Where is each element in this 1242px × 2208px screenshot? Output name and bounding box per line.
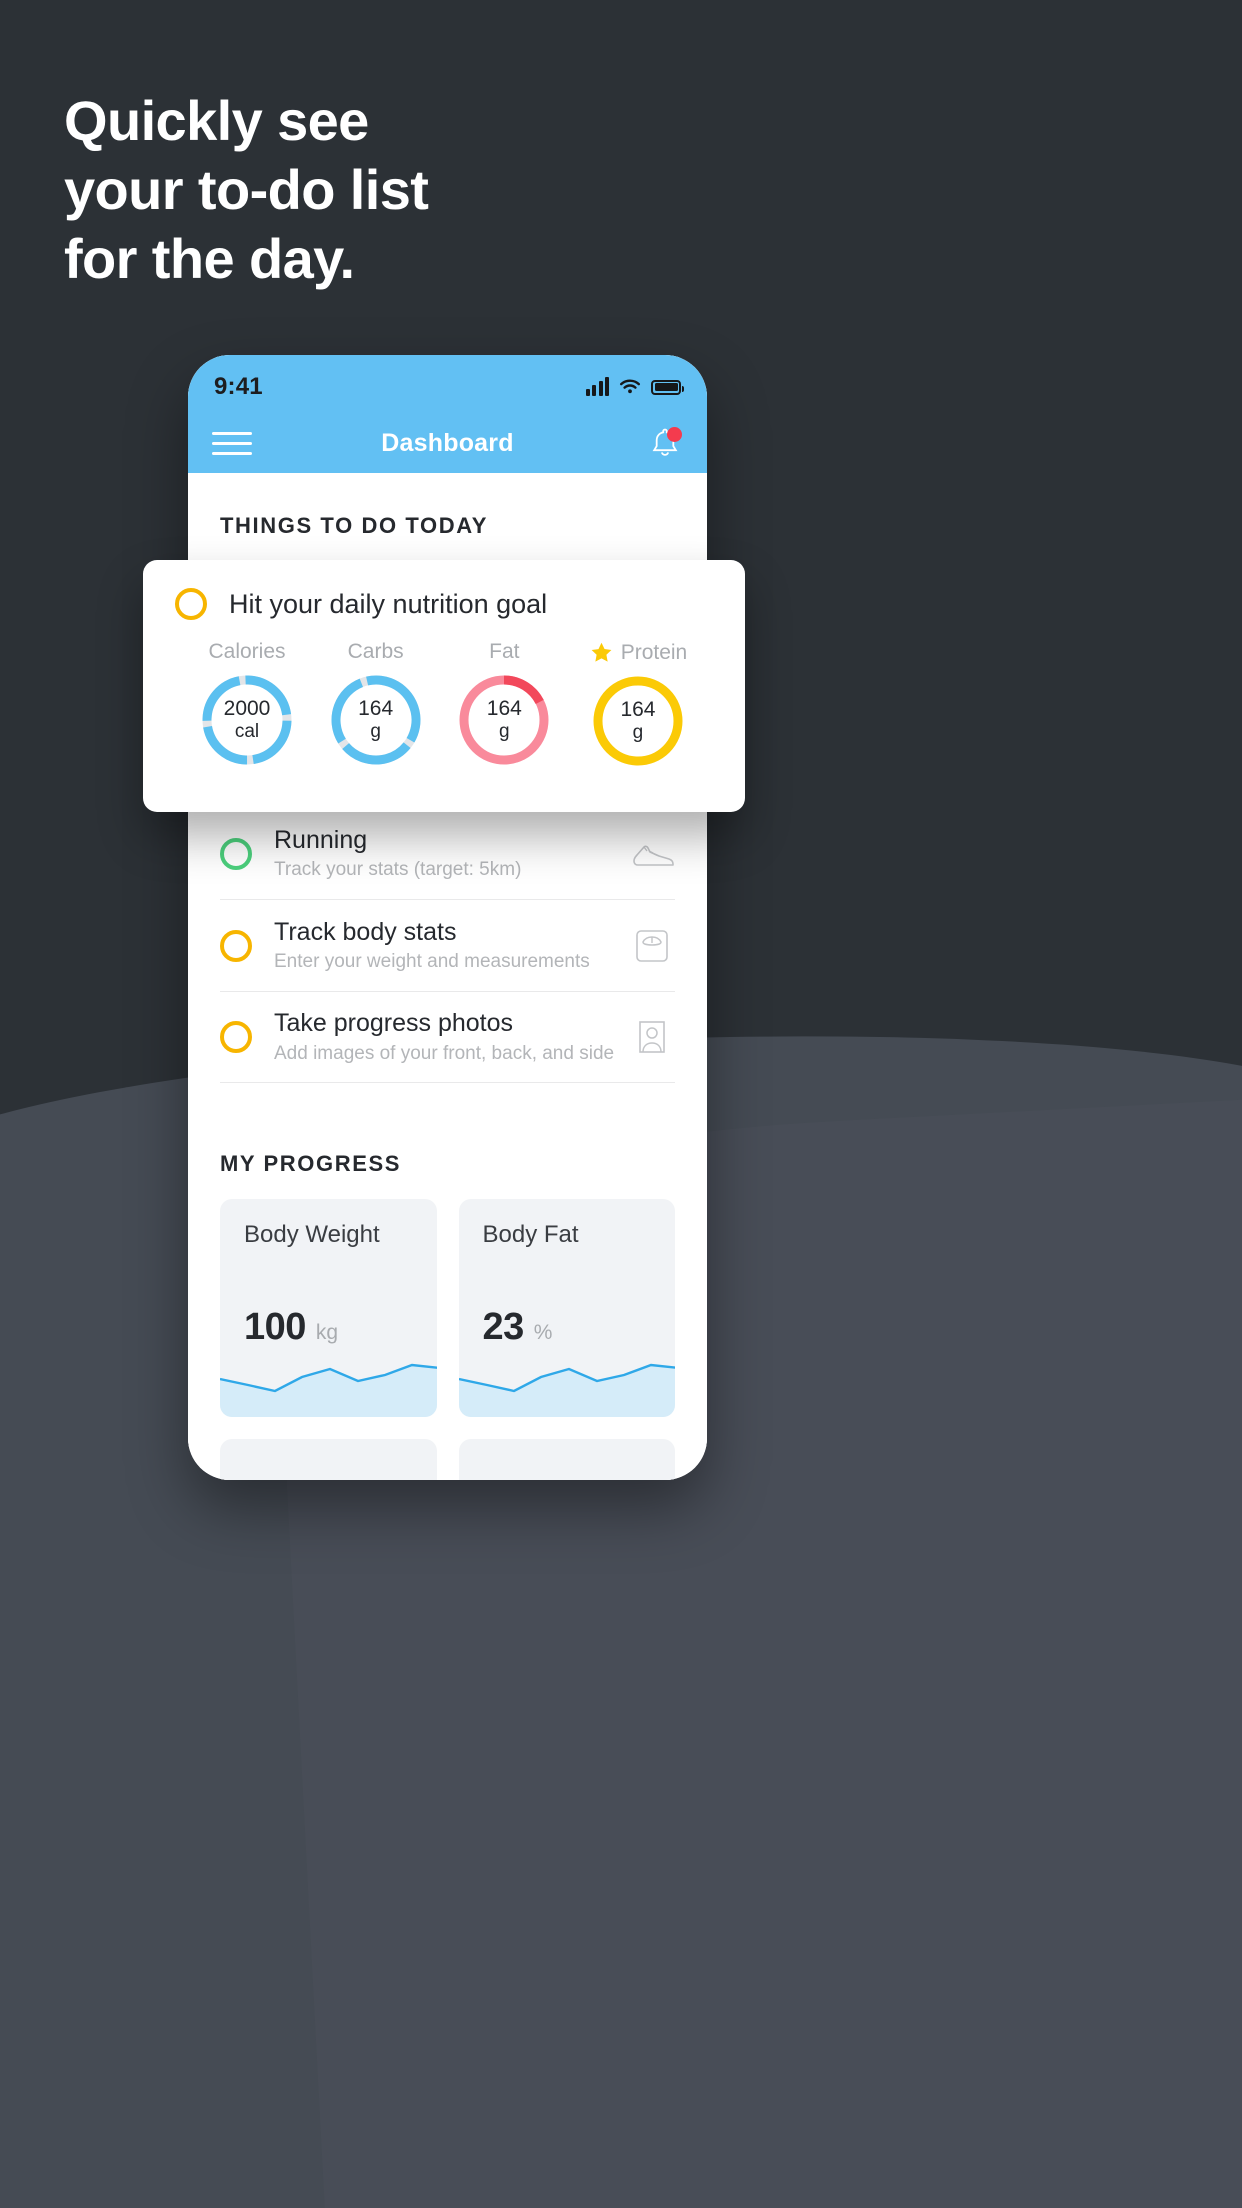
headline-line-2: your to-do list [64, 158, 429, 221]
headline-line-3: for the day. [64, 227, 355, 290]
cellular-signal-icon [585, 377, 609, 396]
metric-unit: g [370, 721, 381, 743]
stat-card-value-group: 100 kg [244, 1306, 338, 1349]
metric-value: 164 [486, 697, 522, 720]
table-row[interactable]: Running Track your stats (target: 5km) [220, 807, 675, 899]
app-navbar: Dashboard [188, 413, 707, 473]
task-title: Take progress photos [274, 1009, 514, 1038]
phone-mockup: 9:41 Dashboard THINGS TO DO TODAY Runnin… [188, 355, 707, 1480]
nutrition-metric-calories[interactable]: Calories 2000 cal [187, 640, 307, 769]
metric-value: 164 [358, 697, 394, 720]
sparkline-chart-body-fat [458, 1363, 675, 1417]
stat-card-label: Body Fat [482, 1221, 579, 1248]
hamburger-menu-icon[interactable] [212, 431, 252, 455]
page-title: Dashboard [381, 428, 514, 457]
stat-card-value: 100 [244, 1306, 306, 1348]
bell-icon[interactable] [647, 425, 683, 461]
metric-label: Carbs [347, 640, 404, 663]
task-text-body-stats: Track body stats Enter your weight and m… [274, 918, 629, 974]
headline-line-1: Quickly see [64, 89, 369, 152]
nutrition-card-header: Hit your daily nutrition goal [175, 588, 713, 620]
metric-ring-calories: 2000 cal [199, 672, 295, 768]
metric-label: Protein [620, 640, 688, 664]
metric-unit: cal [234, 721, 260, 743]
status-bar-time: 9:41 [214, 373, 263, 400]
wifi-icon [620, 379, 640, 394]
metric-unit: g [499, 721, 510, 743]
task-subtitle: Enter your weight and measurements [274, 951, 590, 973]
metric-ring-fat: 164 g [456, 672, 552, 768]
progress-cards-grid-next-row [188, 1417, 707, 1480]
task-checkbox-body-stats[interactable] [220, 929, 252, 962]
stat-card-value: 23 [482, 1306, 525, 1348]
status-bar-indicators [585, 377, 684, 396]
metric-value: 164 [620, 698, 656, 721]
task-title: Track body stats [274, 917, 457, 946]
phone-screen: 9:41 Dashboard THINGS TO DO TODAY Runnin… [188, 355, 707, 1480]
weight-scale-icon [629, 923, 675, 969]
promo-headline: Quickly see your to-do list for the day. [64, 93, 764, 300]
nutrition-goal-card[interactable]: Hit your daily nutrition goal Calories 2… [143, 560, 745, 812]
stat-card-placeholder-2[interactable] [458, 1439, 675, 1480]
progress-cards-grid: Body Weight 100 kg Body Fat 23 % [188, 1177, 707, 1417]
nutrition-goal-title: Hit your daily nutrition goal [229, 588, 548, 619]
task-checkbox-running[interactable] [220, 837, 252, 870]
metric-label: Calories [208, 640, 286, 663]
todo-section-heading: THINGS TO DO TODAY [220, 513, 488, 538]
nutrition-metric-protein[interactable]: Protein 164 g [573, 640, 703, 769]
stat-card-body-weight[interactable]: Body Weight 100 kg [220, 1199, 437, 1417]
person-photo-icon [629, 1014, 675, 1060]
metric-unit: g [632, 722, 644, 744]
stat-card-label: Body Weight [244, 1221, 380, 1248]
task-checkbox-progress-photos[interactable] [220, 1021, 252, 1053]
todo-task-list: Running Track your stats (target: 5km) T… [188, 807, 707, 1083]
table-row[interactable]: Track body stats Enter your weight and m… [220, 899, 675, 991]
table-row[interactable]: Take progress photos Add images of your … [220, 991, 675, 1083]
stat-card-unit: kg [315, 1321, 339, 1344]
nutrition-metric-carbs[interactable]: Carbs 164 g [316, 640, 436, 769]
task-title: Running [274, 825, 368, 854]
battery-icon [651, 379, 684, 395]
status-bar: 9:41 [188, 355, 707, 413]
task-subtitle: Add images of your front, back, and side [274, 1042, 615, 1064]
metric-ring-protein: 164 g [590, 673, 686, 769]
sparkline-chart-body-weight [220, 1363, 437, 1417]
stat-card-body-fat[interactable]: Body Fat 23 % [458, 1199, 675, 1417]
stat-card-unit: % [533, 1321, 553, 1344]
stat-card-placeholder-1[interactable] [220, 1439, 437, 1480]
nutrition-metrics-row: Calories 2000 cal Carbs 164 g Fat 164 g … [175, 626, 713, 769]
metric-label: Fat [489, 640, 520, 663]
nutrition-goal-checkbox[interactable] [175, 588, 207, 620]
notification-badge [667, 427, 682, 442]
task-subtitle: Track your stats (target: 5km) [274, 859, 522, 881]
metric-value: 2000 [223, 697, 271, 720]
stat-card-value-group: 23 % [483, 1306, 553, 1349]
task-text-running: Running Track your stats (target: 5km) [274, 826, 629, 882]
star-icon [591, 642, 612, 662]
running-shoe-icon [629, 831, 675, 877]
nutrition-metric-fat[interactable]: Fat 164 g [444, 640, 564, 769]
metric-ring-carbs: 164 g [328, 672, 424, 768]
progress-section-heading: MY PROGRESS [220, 1151, 402, 1176]
task-text-progress-photos: Take progress photos Add images of your … [274, 1009, 629, 1065]
